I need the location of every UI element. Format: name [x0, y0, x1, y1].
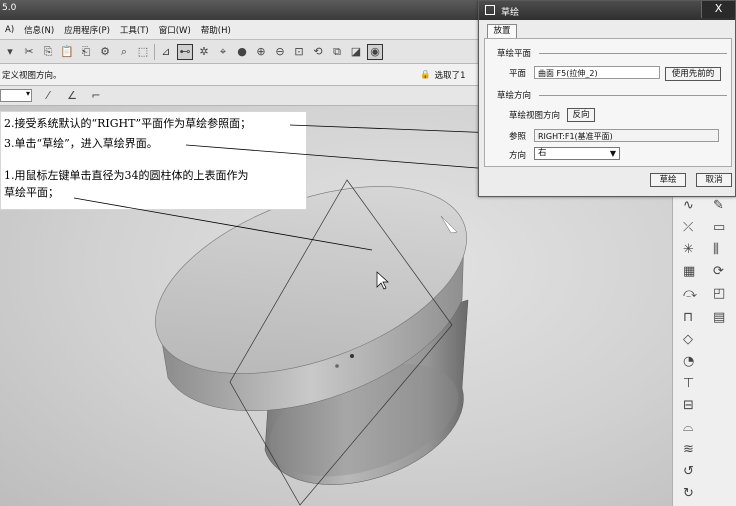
lock-icon: 🔒 — [420, 70, 431, 80]
pattern-icon[interactable]: ▦ — [683, 264, 695, 279]
chamfer-icon[interactable]: ⊟ — [683, 398, 694, 413]
revolve-icon[interactable]: ⟳ — [713, 264, 724, 279]
select-box-icon[interactable]: ⬚ — [135, 44, 151, 60]
angle-icon[interactable]: ∠ — [64, 88, 80, 104]
dialog-title-bar: 草绘 X — [479, 1, 735, 20]
cut-icon[interactable]: ✂ — [21, 44, 37, 60]
menu-bar: A) 信息(N) 应用程序(P) 工具(T) 窗口(W) 帮助(H) — [0, 20, 480, 40]
flip-button[interactable]: 反向 — [567, 108, 595, 122]
layers-icon[interactable]: ◪ — [348, 44, 364, 60]
chevron-down-icon: ▼ — [609, 149, 616, 158]
step1-text-continued: 草绘平面； — [4, 186, 59, 199]
curve-icon[interactable]: ∿ — [683, 198, 694, 213]
round-icon[interactable]: ◔ — [683, 354, 694, 369]
instruction-callout: 2.接受系统默认的“RIGHT”平面作为草绘参照面； 3.单击“草绘”，进入草绘… — [0, 111, 307, 210]
sketch-orientation-group-label: 草绘方向 — [497, 91, 532, 101]
sketch-plane-icon[interactable]: ⊿ — [158, 44, 174, 60]
draft-icon[interactable]: ◇ — [683, 332, 693, 347]
menu-item-window[interactable]: 窗口(W) — [154, 24, 196, 36]
direction-select[interactable]: 右 ▼ — [534, 147, 620, 160]
zoom-out-icon[interactable]: ⊖ — [272, 44, 288, 60]
menu-item-tools[interactable]: 工具(T) — [115, 24, 154, 36]
group-divider — [539, 95, 727, 96]
view-direction-label: 草绘视图方向 — [509, 111, 561, 121]
use-previous-button[interactable]: 使用先前的 — [665, 67, 721, 81]
zoom-in-icon[interactable]: ⊕ — [253, 44, 269, 60]
step1-text: 1.用鼠标左键单击直径为34的圆柱体的上表面作为 — [4, 169, 249, 182]
sketch-tool-icon[interactable]: ✎ — [713, 198, 724, 213]
datum-point-icon[interactable]: ✲ — [196, 44, 212, 60]
rib-icon[interactable]: ⊤ — [683, 376, 694, 391]
hole-icon[interactable]: ⊓ — [683, 310, 693, 325]
sketch-button[interactable]: 草绘 — [650, 173, 686, 187]
spline-icon[interactable]: ↻ — [683, 486, 694, 501]
dialog-title: 草绘 — [501, 8, 520, 18]
point-tool-icon[interactable]: ✳ — [683, 242, 694, 257]
coordinate-system-icon[interactable]: ⌖ — [215, 44, 231, 60]
corner-icon[interactable]: ⌐ — [88, 88, 104, 104]
saved-views-icon[interactable]: ⧉ — [329, 44, 345, 60]
menu-item-a[interactable]: A) — [0, 25, 19, 35]
datum-axis-icon[interactable]: ⊷ — [177, 43, 193, 60]
menu-item-help[interactable]: 帮助(H) — [196, 24, 236, 36]
datum-point — [350, 354, 354, 358]
refit-icon[interactable]: ⊡ — [291, 44, 307, 60]
dialog-window-icon — [485, 5, 495, 15]
step2-text: 2.接受系统默认的“RIGHT”平面作为草绘参照面； — [4, 117, 252, 130]
window-title: 5.0 — [2, 3, 17, 13]
shading-icon[interactable]: ● — [234, 44, 250, 60]
find-icon[interactable]: ⌕ — [116, 44, 132, 60]
mirror-icon[interactable]: ⫼ — [713, 242, 719, 257]
reorient-icon[interactable]: ⟲ — [310, 44, 326, 60]
sketch-dialog: 草绘 X 放置 草绘平面 平面 曲面 F5(拉伸_2) 使用先前的 草绘方向 草… — [478, 0, 736, 197]
selection-count: 选取了1 — [434, 71, 466, 81]
group-divider — [539, 53, 727, 54]
display-style-icon[interactable]: ◉ — [367, 43, 383, 60]
reference-field[interactable]: RIGHT:F1(基准平面) — [534, 129, 719, 142]
menu-item-applications[interactable]: 应用程序(P) — [59, 24, 115, 36]
step3-text: 3.单击“草绘”，进入草绘界面。 — [4, 137, 158, 150]
rectangle-tool-icon[interactable]: ▭ — [713, 220, 725, 235]
axis-tool-icon[interactable]: ⤫ — [683, 220, 693, 235]
datum-point — [335, 364, 339, 368]
sketch-plane-group-label: 草绘平面 — [497, 49, 532, 59]
grid-icon[interactable]: ▤ — [713, 310, 725, 325]
plane-field[interactable]: 曲面 F5(拉伸_2) — [534, 66, 660, 79]
spring-icon[interactable]: ↺ — [683, 464, 694, 479]
toolbar-separator — [154, 43, 155, 60]
dropdown-icon[interactable]: ▾ — [2, 44, 18, 60]
copy-icon[interactable]: ⎘ — [40, 44, 56, 60]
placement-panel: 草绘平面 平面 曲面 F5(拉伸_2) 使用先前的 草绘方向 草绘视图方向 反向… — [484, 38, 732, 167]
paste-special-icon[interactable]: ⎗ — [78, 44, 94, 60]
sweep-icon[interactable]: ⤼ — [683, 286, 697, 301]
close-button[interactable]: X — [701, 1, 735, 18]
main-toolbar: ▾ ✂ ⎘ 📋 ⎗ ⚙ ⌕ ⬚ ⊿ ⊷ ✲ ⌖ ● ⊕ ⊖ ⊡ ⟲ ⧉ ◪ ◉ — [0, 40, 480, 64]
line-icon[interactable]: ⁄ — [40, 88, 56, 104]
tab-placement[interactable]: 放置 — [487, 24, 517, 39]
warp-icon[interactable]: ≋ — [683, 442, 694, 457]
regenerate-icon[interactable]: ⚙ — [97, 44, 113, 60]
selection-filter: 🔒 选取了1 — [420, 66, 480, 84]
direction-label: 方向 — [509, 151, 527, 161]
blend-icon[interactable]: ⌓ — [683, 420, 693, 435]
menu-item-info[interactable]: 信息(N) — [19, 24, 59, 36]
feature-toolbar: ∿ ✎ ⤫ ▭ ✳ ⫼ ▦ ⟳ ⤼ ◰ ⊓ ▤ ◇ ◔ ⊤ ⊟ ⌓ ≋ ↺ ↻ — [672, 190, 736, 506]
cancel-button[interactable]: 取消 — [696, 173, 732, 187]
paste-icon[interactable]: 📋 — [59, 44, 75, 60]
reference-label: 参照 — [509, 132, 527, 142]
plane-label: 平面 — [509, 69, 527, 79]
status-message: 定义视图方向。 — [2, 71, 62, 81]
shell-icon[interactable]: ◰ — [713, 286, 725, 301]
direction-value: 右 — [538, 148, 547, 158]
filter-dropdown[interactable] — [0, 89, 32, 102]
